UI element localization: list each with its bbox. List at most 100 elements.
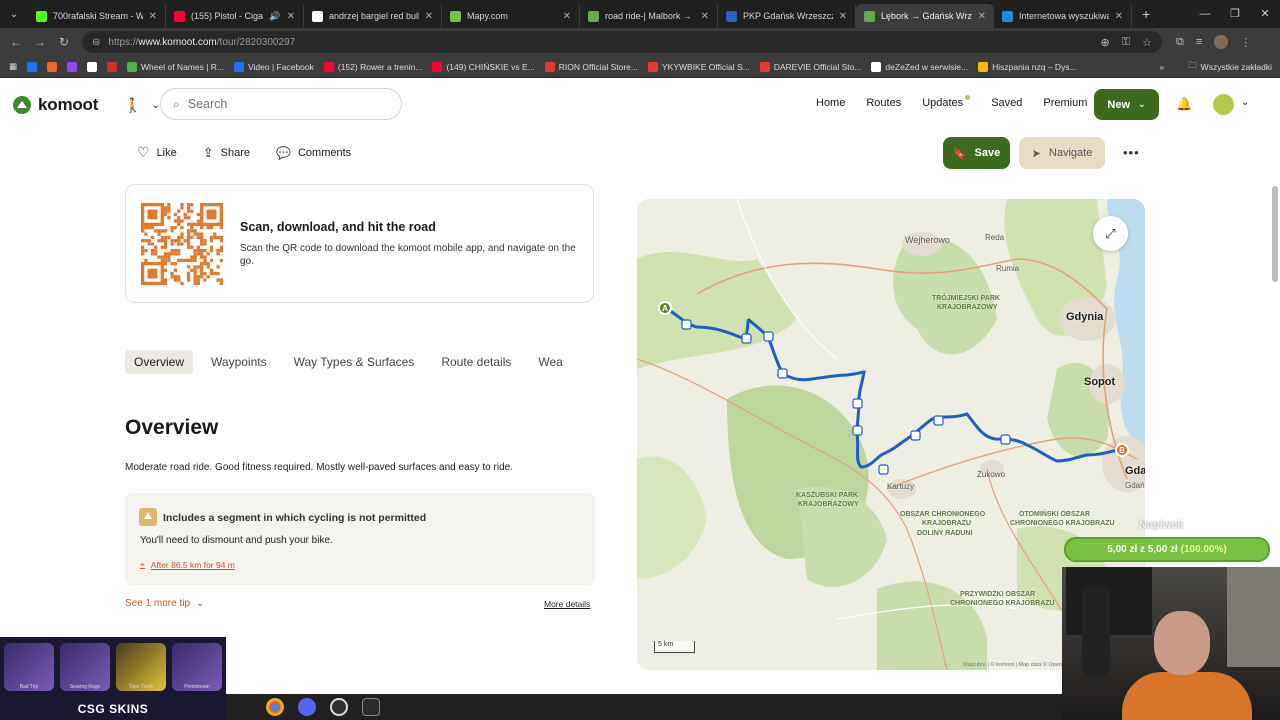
zoom-icon[interactable]: ⊕ <box>1101 36 1110 49</box>
close-tab-icon[interactable]: ✕ <box>563 11 571 22</box>
browser-tab[interactable]: Lębork → Gdańsk Wrzesz ✕ <box>856 4 994 28</box>
microphone <box>1082 587 1110 677</box>
speaker-icon[interactable]: 🔊 <box>269 11 280 22</box>
close-tab-icon[interactable]: ✕ <box>287 11 295 22</box>
bookmark-item[interactable] <box>102 61 122 72</box>
bookmark-item[interactable]: Video | Facebook <box>229 61 319 72</box>
all-bookmarks[interactable]: » 🗀 Wszystkie zakładki <box>1159 56 1272 78</box>
komoot-mark-icon <box>13 96 31 114</box>
tab-overview[interactable]: Overview <box>125 350 194 374</box>
browser-tab[interactable]: andrzej bargiel red bull p ✕ <box>304 4 442 28</box>
bell-icon[interactable]: 🔔 <box>1176 96 1192 112</box>
tip-title: Includes a segment in which cycling is n… <box>163 512 427 524</box>
close-tab-icon[interactable]: ✕ <box>839 11 847 22</box>
comments-label: Comments <box>297 146 352 159</box>
see-more-tips[interactable]: See 1 more tip ⌄ <box>125 598 204 609</box>
bookmark-item[interactable]: YKYWBIKE Official S... <box>643 61 755 72</box>
bookmark-item[interactable]: (149) CHIŃSKIE vs E... <box>427 61 539 72</box>
hiking-icon: 🚶 <box>124 97 142 113</box>
navigate-arrow-icon: ➤ <box>1031 147 1041 160</box>
nav-routes[interactable]: Routes <box>866 97 901 109</box>
new-tab-button[interactable]: + <box>1132 6 1160 22</box>
browser-tab[interactable]: (155) Pistol - Cigarett 🔊 ✕ <box>166 4 304 28</box>
more-options-icon[interactable]: ••• <box>1123 145 1140 160</box>
url-field[interactable]: ⊜ https://www.komoot.com/tour/2820300297… <box>82 31 1162 53</box>
tab-search-icon[interactable]: ⌄ <box>0 0 28 28</box>
bookmark-label: RION Official Store... <box>558 61 638 72</box>
close-tab-icon[interactable]: ✕ <box>978 11 986 22</box>
save-button[interactable]: 🔖 Save <box>943 137 1010 169</box>
close-tab-icon[interactable]: ✕ <box>425 11 433 22</box>
user-avatar[interactable] <box>1213 94 1234 115</box>
extensions-icon[interactable]: ⧉ <box>1176 36 1184 49</box>
close-tab-icon[interactable]: ✕ <box>701 11 709 22</box>
bookmark-item[interactable] <box>82 61 102 72</box>
share-button[interactable]: ⇪ Share <box>203 144 250 161</box>
discord-icon[interactable] <box>298 698 316 716</box>
browser-tab[interactable]: road ride-| Malbork → Gd ✕ <box>580 4 718 28</box>
profile-avatar[interactable] <box>1214 35 1229 49</box>
search-box[interactable]: ⌕ <box>160 88 402 120</box>
bookmark-item[interactable] <box>42 61 62 72</box>
site-info-icon[interactable]: ⊜ <box>92 37 100 48</box>
comment-icon: 💬 <box>276 145 291 160</box>
map-scale: 5 km <box>654 641 695 653</box>
navigate-button[interactable]: ➤ Navigate <box>1019 137 1105 169</box>
reload-icon[interactable]: ↻ <box>52 35 76 49</box>
nav-updates[interactable]: Updates <box>922 95 971 109</box>
bookmark-item[interactable] <box>22 61 42 72</box>
bookmark-star-icon[interactable]: ☆ <box>1142 36 1152 49</box>
bookmark-item[interactable]: RION Official Store... <box>540 61 643 72</box>
bookmark-item[interactable]: DAREVIE Official Sto... <box>755 61 867 72</box>
start-marker[interactable]: A <box>658 301 672 315</box>
bookmark-item[interactable]: (152) Rower a trenin... <box>319 61 428 72</box>
bookmark-item[interactable]: deZeZed w serwisie... <box>866 61 973 72</box>
back-icon[interactable]: ← <box>4 35 28 49</box>
tab-route-details[interactable]: Route details <box>432 350 520 374</box>
minimize-icon[interactable]: — <box>1190 0 1220 28</box>
expand-map-icon[interactable]: ⤢ <box>1093 216 1128 251</box>
nav-saved[interactable]: Saved <box>991 97 1022 109</box>
like-button[interactable]: ♡ Like <box>137 144 177 161</box>
forward-icon[interactable]: → <box>28 35 52 49</box>
tab-way-types[interactable]: Way Types & Surfaces <box>285 350 424 374</box>
chrome-icon[interactable] <box>266 698 284 716</box>
browser-tab[interactable]: Mapy.com ✕ <box>442 4 580 28</box>
comments-button[interactable]: 💬 Comments <box>276 144 351 161</box>
end-marker[interactable]: B <box>1115 443 1129 457</box>
more-details-link[interactable]: More details <box>544 599 590 609</box>
new-button-label: New <box>1107 98 1131 111</box>
bookmark-item[interactable]: Hiszpania nzq – Dys... <box>973 61 1082 72</box>
browser-tab[interactable]: PKP Gdańsk Wrzeszcz > l ✕ <box>718 4 856 28</box>
key-icon[interactable]: ⚿ <box>1122 36 1130 49</box>
tab-title: (155) Pistol - Cigarett <box>191 11 264 21</box>
close-tab-icon[interactable]: ✕ <box>1115 11 1123 22</box>
browser-tab[interactable]: 700rafalski Stream - Watc ✕ <box>28 4 166 28</box>
nav-home[interactable]: Home <box>816 97 845 109</box>
nav-premium[interactable]: Premium <box>1043 97 1087 109</box>
media-icon[interactable]: ≡ <box>1196 36 1202 48</box>
apps-icon[interactable]: ▦ <box>0 61 22 72</box>
donation-amount: 5,00 zł z 5,00 zł <box>1107 544 1178 555</box>
restore-icon[interactable]: ❐ <box>1220 0 1250 28</box>
close-window-icon[interactable]: ✕ <box>1250 0 1280 28</box>
chevron-right-icon[interactable]: » <box>1159 62 1164 72</box>
tip-location-link[interactable]: ⌖ After 86.5 km for 94 m <box>140 559 235 570</box>
close-tab-icon[interactable]: ✕ <box>149 11 157 22</box>
sport-selector[interactable]: 🚶 ⌄ <box>124 97 160 114</box>
bookmark-item[interactable]: Wheel of Names | R... <box>122 61 229 72</box>
tab-weather[interactable]: Wea <box>529 350 571 374</box>
search-input[interactable] <box>187 97 378 111</box>
terminal-icon[interactable] <box>362 698 380 716</box>
new-button[interactable]: New ⌄ <box>1094 89 1159 120</box>
chevron-down-icon: ⌄ <box>151 100 160 111</box>
scrollbar-thumb[interactable] <box>1272 186 1278 282</box>
browser-tab[interactable]: Internetowa wyszukiwark ✕ <box>994 4 1132 28</box>
user-menu-chevron-icon[interactable]: ⌄ <box>1241 97 1249 108</box>
browser-menu-icon[interactable]: ⋮ <box>1240 36 1251 49</box>
obs-icon[interactable] <box>330 698 348 716</box>
tab-waypoints[interactable]: Waypoints <box>202 350 276 374</box>
bookmark-favicon-icon <box>323 61 334 72</box>
komoot-logo[interactable]: komoot <box>13 95 98 115</box>
bookmark-item[interactable] <box>62 61 82 72</box>
